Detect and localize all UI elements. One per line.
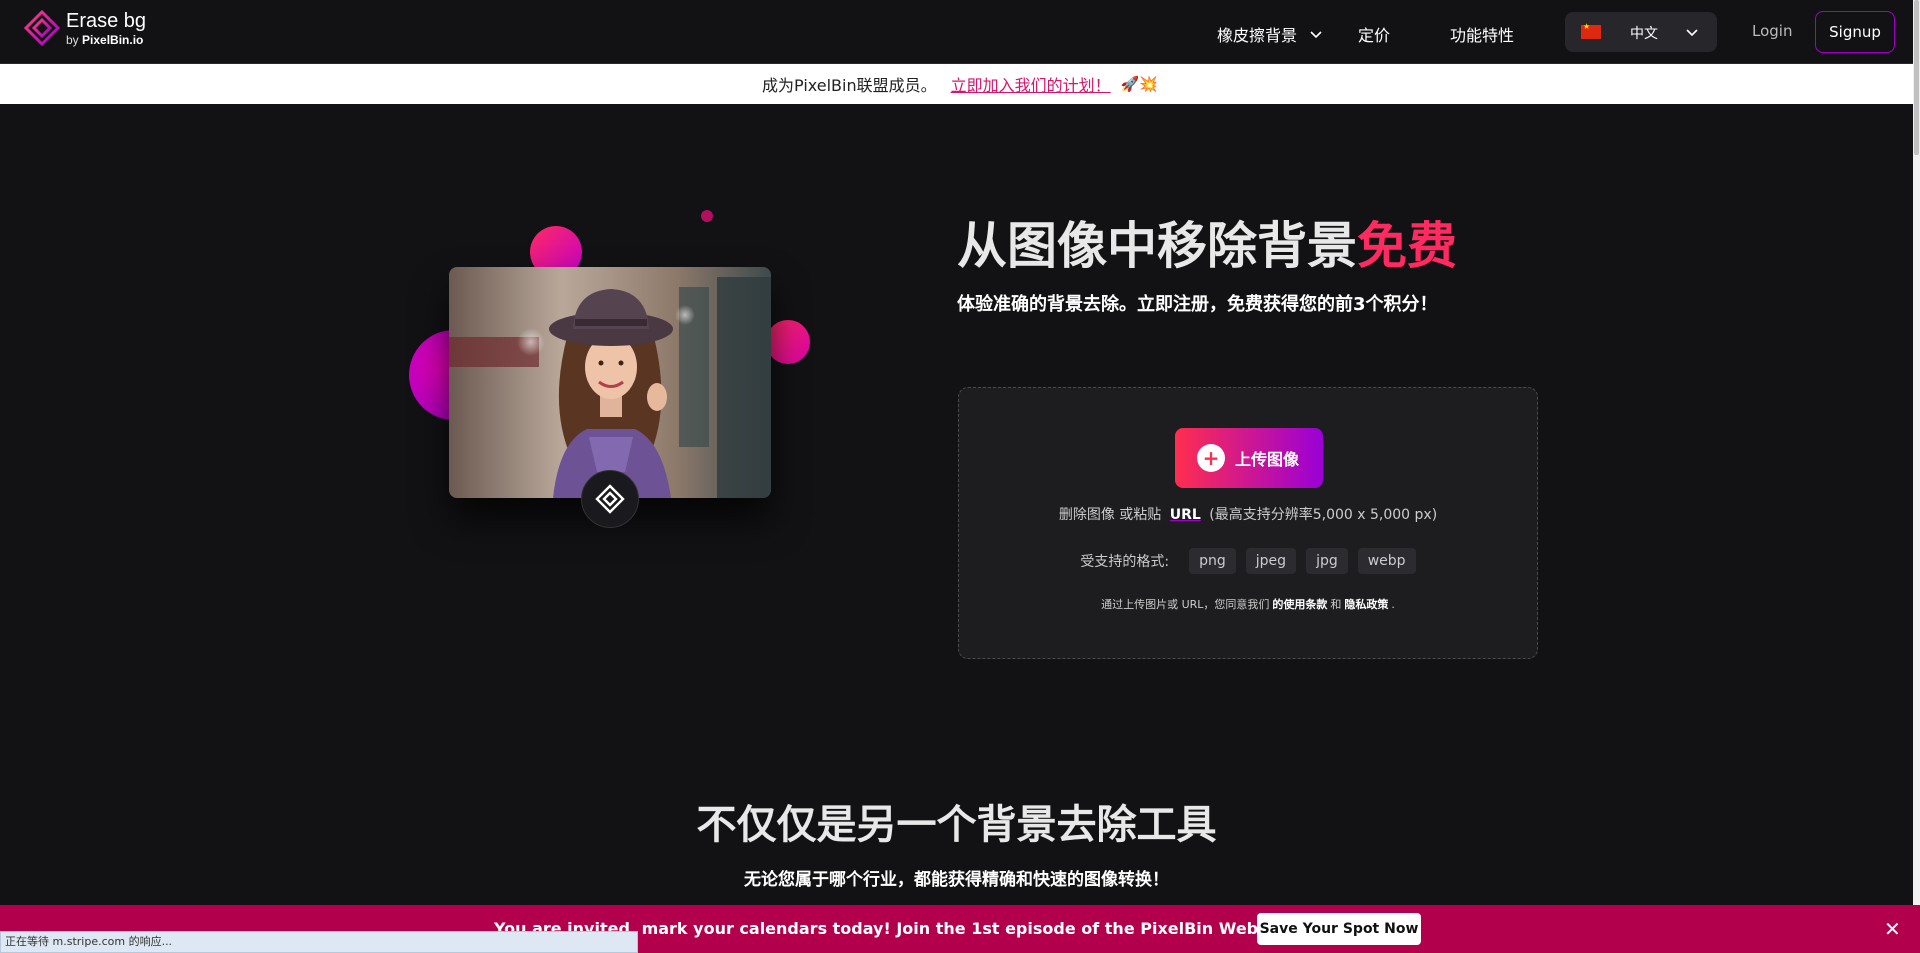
privacy-policy-link[interactable]: 隐私政策 — [1344, 598, 1388, 611]
nav-item-label: 功能特性 — [1450, 26, 1515, 45]
nav-item-label: 橡皮擦背景 — [1217, 26, 1298, 45]
language-label: 中文 — [1630, 26, 1658, 42]
banner-text: 成为PixelBin联盟成员。 — [762, 76, 937, 95]
supported-formats: 受支持的格式: png jpeg jpg webp — [959, 548, 1537, 574]
format-chip: jpeg — [1245, 548, 1297, 574]
chevron-down-icon — [1686, 29, 1698, 37]
hero-title-accent: 免费 — [1357, 217, 1457, 275]
drop-suffix: (最高支持分辨率5,000 x 5,000 px) — [1209, 507, 1438, 523]
chevron-down-icon — [1310, 31, 1322, 39]
scrollbar-thumb[interactable] — [1914, 0, 1919, 155]
signup-button[interactable]: Signup — [1815, 11, 1895, 53]
drop-instructions: 删除图像 或粘贴 URL (最高支持分辨率5,000 x 5,000 px) — [959, 504, 1537, 524]
section-subtitle: 无论您属于哪个行业，都能获得精确和快速的图像转换！ — [744, 870, 1169, 890]
nav-features[interactable]: 功能特性 — [1450, 22, 1514, 46]
nav-item-label: 定价 — [1358, 26, 1391, 45]
terms-of-use-link[interactable]: 的使用条款 — [1272, 598, 1327, 611]
banner-join-link[interactable]: 立即加入我们的计划！ — [951, 72, 1111, 96]
terms-notice: 通过上传图片或 URL，您同意我们 的使用条款和隐私政策. — [959, 596, 1537, 612]
hero-sample-image — [449, 267, 771, 498]
erasebg-logo-icon — [24, 10, 60, 46]
sample-woman-photo — [449, 267, 771, 498]
hero-title-main: 从图像中移除背景 — [957, 217, 1357, 275]
page-scrollbar[interactable] — [1913, 0, 1920, 953]
login-link[interactable]: Login — [1752, 22, 1792, 40]
top-navbar: Erase bg by PixelBin.io 橡皮擦背景 定价 功能特性 中文… — [0, 0, 1920, 64]
upload-dropzone[interactable]: + 上传图像 删除图像 或粘贴 URL (最高支持分辨率5,000 x 5,00… — [958, 387, 1538, 659]
save-your-spot-button[interactable]: Save Your Spot Now — [1257, 913, 1421, 945]
nav-pricing[interactable]: 定价 — [1358, 22, 1390, 46]
drop-prefix: 删除图像 或粘贴 — [1058, 507, 1162, 523]
erasebg-badge-icon — [581, 470, 639, 528]
erasebg-logo-icon — [595, 484, 625, 514]
terms-and: 和 — [1330, 598, 1342, 611]
logo-title: Erase bg — [66, 9, 147, 32]
nav-eraser-background[interactable]: 橡皮擦背景 — [1217, 22, 1323, 46]
logo-brand: PixelBin.io — [82, 32, 144, 47]
hero-subtitle: 体验准确的背景去除。立即注册，免费获得您的前3个积分！ — [957, 294, 1438, 315]
rocket-icon: 🚀💥 — [1120, 75, 1158, 93]
plus-icon: + — [1197, 444, 1225, 472]
upload-button-label: 上传图像 — [1235, 450, 1300, 469]
logo[interactable]: Erase bg by PixelBin.io — [24, 10, 146, 46]
formats-label: 受支持的格式: — [1080, 554, 1170, 570]
upload-image-button[interactable]: + 上传图像 — [1175, 428, 1323, 488]
terms-prefix: 通过上传图片或 URL，您同意我们 — [1101, 598, 1270, 611]
decor-blob — [766, 320, 810, 364]
china-flag-icon — [1581, 22, 1601, 39]
browser-status-bar: 正在等待 m.stripe.com 的响应... — [0, 931, 638, 953]
format-chip: webp — [1357, 548, 1416, 574]
logo-by: by — [66, 32, 79, 47]
hero-title: 从图像中移除背景免费 — [957, 206, 1457, 278]
paste-url-link[interactable]: URL — [1170, 507, 1201, 523]
format-chip: jpg — [1306, 548, 1348, 574]
format-chip: png — [1189, 548, 1236, 574]
terms-end: . — [1391, 598, 1395, 611]
decor-blob — [701, 210, 713, 222]
close-icon[interactable]: ✕ — [1884, 917, 1901, 941]
language-selector[interactable]: 中文 — [1565, 12, 1717, 52]
affiliate-banner: 成为PixelBin联盟成员。 立即加入我们的计划！ 🚀💥 — [0, 64, 1920, 104]
section-title: 不仅仅是另一个背景去除工具 — [696, 802, 1217, 848]
